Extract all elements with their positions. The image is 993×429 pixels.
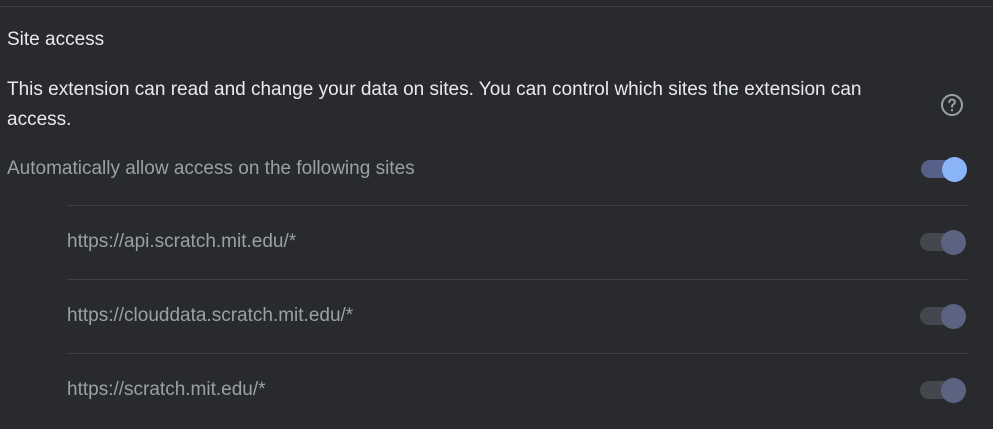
toggle-knob — [942, 157, 967, 182]
site-url: https://scratch.mit.edu/* — [67, 379, 266, 400]
site-row: https://api.scratch.mit.edu/* — [67, 205, 967, 279]
site-list: https://api.scratch.mit.edu/* https://cl… — [67, 205, 967, 427]
site-toggle[interactable] — [920, 302, 968, 330]
toggle-knob — [941, 230, 966, 255]
site-access-description: This extension can read and change your … — [7, 79, 862, 130]
auto-allow-toggle[interactable] — [921, 155, 969, 183]
toggle-knob — [941, 304, 966, 329]
auto-allow-label: Automatically allow access on the follow… — [7, 158, 415, 179]
toggle-knob — [941, 378, 966, 403]
top-divider — [0, 6, 993, 7]
site-toggle[interactable] — [920, 376, 968, 404]
help-circle-icon[interactable] — [940, 93, 964, 117]
site-toggle[interactable] — [920, 228, 968, 256]
section-title: Site access — [7, 29, 105, 50]
site-row: https://clouddata.scratch.mit.edu/* — [67, 279, 967, 353]
site-url: https://clouddata.scratch.mit.edu/* — [67, 305, 354, 326]
site-row: https://scratch.mit.edu/* — [67, 353, 967, 427]
site-url: https://api.scratch.mit.edu/* — [67, 231, 297, 252]
